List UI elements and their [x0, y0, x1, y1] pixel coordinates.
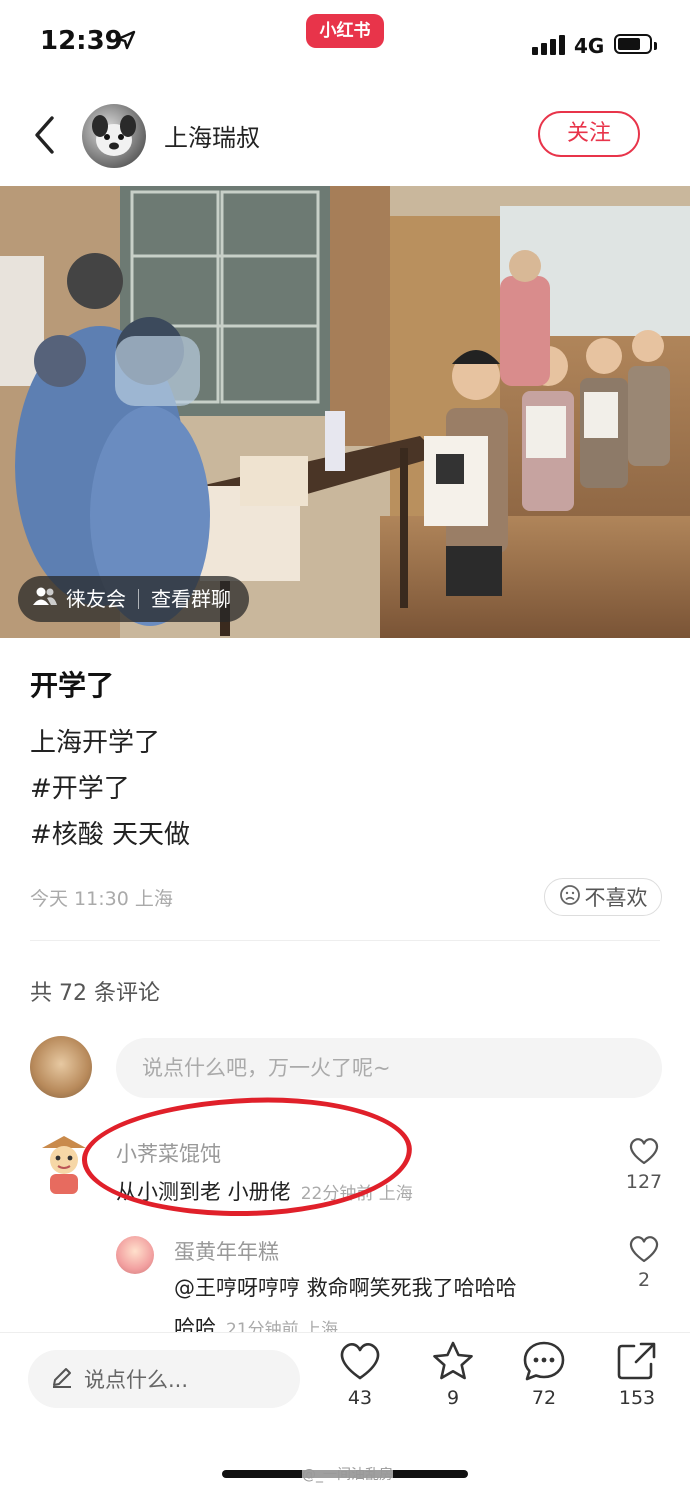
my-avatar	[30, 1036, 92, 1098]
like-action[interactable]: 43	[325, 1340, 395, 1409]
comment-count: 共 72 条评论	[30, 981, 160, 1006]
collect-count: 9	[446, 1387, 460, 1409]
hashtag-link[interactable]: #核酸 天天做	[30, 814, 190, 851]
group-name: 徕友会	[66, 587, 126, 611]
reply-avatar[interactable]	[116, 1236, 154, 1274]
author-avatar[interactable]	[82, 104, 146, 168]
star-icon	[433, 1341, 473, 1380]
comment-action[interactable]: 72	[509, 1340, 579, 1409]
bottom-comment-input[interactable]: 说点什么...	[28, 1350, 300, 1408]
reply-like-button[interactable]: 2	[614, 1234, 674, 1291]
heart-icon	[629, 1138, 659, 1165]
dislike-label: 不喜欢	[584, 886, 648, 910]
note-title: 开学了	[30, 669, 115, 702]
pencil-icon	[50, 1365, 74, 1394]
reply-name[interactable]: 蛋黄年年糕	[174, 1236, 279, 1266]
dislike-button[interactable]: 不喜欢	[544, 878, 662, 916]
watermark: @_一间油乱房	[302, 1464, 393, 1484]
network-type: 4G	[574, 34, 605, 58]
hashtag-link[interactable]: #开学了	[30, 768, 130, 805]
comment-like-count: 127	[625, 1171, 663, 1193]
share-count: 153	[618, 1387, 656, 1409]
comment-input[interactable]: 说点什么吧，万一火了呢~	[116, 1038, 662, 1098]
like-count: 43	[347, 1387, 373, 1409]
reply-text: @王哼呀哼哼 救命啊笑死我了哈哈哈	[174, 1276, 517, 1300]
group-users-icon	[32, 576, 58, 622]
follow-button[interactable]: 关注	[538, 111, 640, 157]
author-name[interactable]: 上海瑞叔	[164, 118, 260, 153]
status-time: 12:39	[40, 26, 123, 56]
divider	[30, 940, 660, 941]
heart-icon	[340, 1342, 380, 1380]
chat-bubble-icon	[523, 1341, 565, 1381]
battery-icon	[614, 34, 657, 54]
back-arrow-icon[interactable]	[30, 112, 60, 158]
comment-like-button[interactable]: 127	[614, 1136, 674, 1193]
group-chat-pill[interactable]: 徕友会 查看群聊	[18, 576, 249, 622]
note-photo[interactable]	[0, 186, 690, 638]
signal-icon	[532, 33, 566, 55]
app-logo-badge: 小红书	[306, 14, 384, 48]
comment-action-count: 72	[531, 1387, 557, 1409]
reply-like-count: 2	[637, 1269, 651, 1291]
share-icon	[617, 1342, 656, 1380]
collect-action[interactable]: 9	[418, 1340, 488, 1409]
view-group-chat-link[interactable]: 查看群聊	[151, 576, 231, 622]
bottom-input-label: 说点什么...	[84, 1368, 189, 1392]
sad-face-icon	[559, 884, 581, 911]
note-text-line: 上海开学了	[30, 728, 161, 758]
group-pill-divider	[138, 589, 139, 609]
share-action[interactable]: 153	[602, 1340, 672, 1409]
location-arrow-icon	[116, 30, 136, 54]
note-meta: 今天 11:30 上海	[30, 888, 173, 910]
heart-icon	[629, 1236, 659, 1263]
